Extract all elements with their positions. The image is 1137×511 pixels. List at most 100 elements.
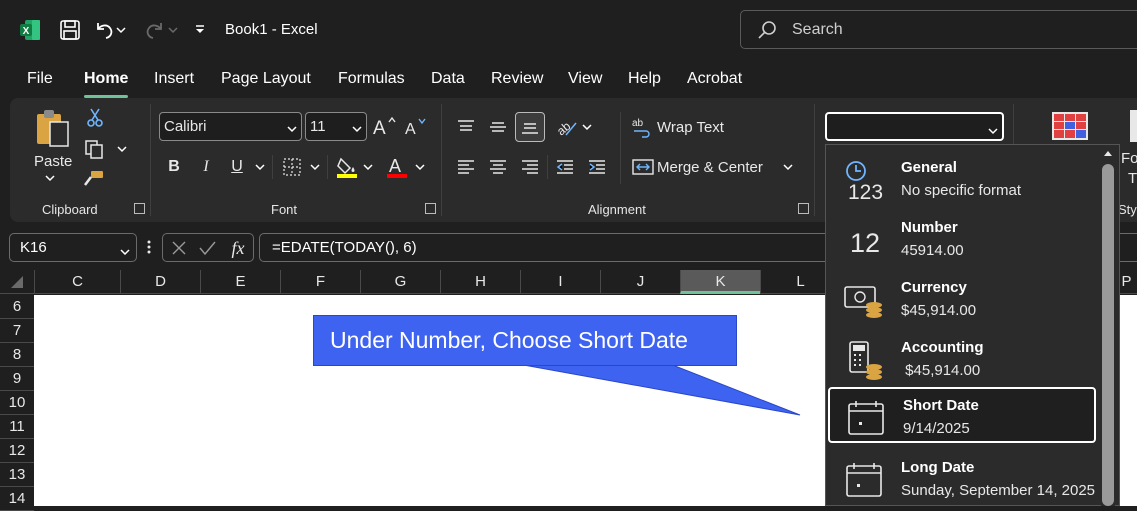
font-group-label: Font [271, 202, 298, 217]
column-header-g[interactable]: G [360, 270, 440, 294]
column-header-j[interactable]: J [600, 270, 680, 294]
format-option-currency[interactable]: Currency $45,914.00 [828, 271, 1096, 327]
tab-acrobat[interactable]: Acrobat [687, 70, 742, 94]
scroll-up-arrow-icon[interactable] [1101, 146, 1115, 160]
customize-qat-icon[interactable] [187, 14, 213, 46]
wrap-text-icon[interactable]: ab [632, 115, 654, 139]
select-all-corner[interactable] [0, 270, 34, 294]
decrease-indent-icon[interactable] [552, 154, 578, 180]
format-as-table-label[interactable]: Fo [1121, 150, 1137, 167]
format-option-short-date[interactable]: Short Date 9/14/2025 [828, 387, 1096, 443]
orientation-chevron-icon[interactable] [581, 120, 593, 134]
number-format-select[interactable] [825, 112, 1004, 141]
undo-dropdown-chevron-icon[interactable] [113, 14, 129, 46]
align-right-icon[interactable] [517, 154, 543, 180]
font-size-select[interactable]: 11 [305, 112, 367, 141]
merge-center-icon[interactable] [632, 155, 654, 179]
column-header-h[interactable]: H [440, 270, 520, 294]
row-header-12[interactable]: 12 [0, 439, 34, 463]
merge-center-label[interactable]: Merge & Center [657, 159, 763, 176]
increase-indent-icon[interactable] [584, 154, 610, 180]
tab-home[interactable]: Home [84, 70, 129, 98]
paste-label[interactable]: Paste [34, 153, 72, 170]
name-box[interactable]: K16 [9, 233, 137, 262]
format-as-table-label-line2[interactable]: T [1128, 170, 1137, 187]
clipboard-launcher-icon[interactable] [134, 203, 145, 214]
copy-chevron-icon[interactable] [116, 143, 128, 155]
row-header-13[interactable]: 13 [0, 463, 34, 487]
calendar-icon [844, 397, 888, 439]
format-option-long-date[interactable]: Long Date Sunday, September 14, 2025 [828, 451, 1096, 507]
conditional-formatting-icon[interactable] [1050, 110, 1090, 142]
copy-icon[interactable] [82, 138, 106, 160]
save-icon[interactable] [55, 14, 85, 46]
row-header-8[interactable]: 8 [0, 343, 34, 367]
paste-chevron-icon[interactable] [44, 172, 56, 184]
divider [620, 112, 621, 184]
row-header-14[interactable]: 14 [0, 487, 34, 511]
paste-icon[interactable] [32, 106, 74, 150]
font-name-select[interactable]: Calibri [159, 112, 302, 141]
increase-font-size-icon[interactable]: A [372, 113, 398, 139]
tab-review[interactable]: Review [491, 70, 543, 94]
search-placeholder: Search [792, 21, 843, 38]
alignment-launcher-icon[interactable] [798, 203, 809, 214]
row-header-11[interactable]: 11 [0, 415, 34, 439]
column-header-i[interactable]: I [520, 270, 600, 294]
wrap-text-label[interactable]: Wrap Text [657, 119, 724, 136]
column-header-f[interactable]: F [280, 270, 360, 294]
column-header-k[interactable]: K [680, 270, 760, 294]
fill-color-chevron-icon[interactable] [362, 160, 374, 174]
format-option-accounting[interactable]: Accounting $45,914.00 [828, 331, 1096, 387]
format-as-table-icon[interactable] [1130, 110, 1137, 142]
tab-file[interactable]: File [27, 70, 53, 94]
tab-view[interactable]: View [568, 70, 602, 94]
bold-button[interactable]: B [164, 155, 184, 179]
underline-button[interactable]: U [227, 155, 247, 179]
scrollbar-thumb[interactable] [1102, 164, 1114, 506]
tab-page-layout[interactable]: Page Layout [221, 70, 311, 94]
column-header-e[interactable]: E [200, 270, 280, 294]
font-color-chevron-icon[interactable] [414, 160, 426, 174]
borders-chevron-icon[interactable] [309, 160, 321, 174]
row-header-7[interactable]: 7 [0, 319, 34, 343]
tab-insert[interactable]: Insert [154, 70, 194, 94]
column-header-d[interactable]: D [120, 270, 200, 294]
currency-icon [842, 279, 886, 321]
top-align-icon[interactable] [453, 114, 479, 140]
row-header-10[interactable]: 10 [0, 391, 34, 415]
format-option-number[interactable]: 12 Number 45914.00 [828, 211, 1096, 267]
merge-center-chevron-icon[interactable] [782, 160, 794, 174]
tab-data[interactable]: Data [431, 70, 465, 94]
align-left-icon[interactable] [453, 154, 479, 180]
search-box[interactable]: Search [740, 10, 1137, 49]
cancel-icon[interactable] [169, 238, 189, 258]
middle-align-icon[interactable] [485, 114, 511, 140]
decrease-font-size-icon[interactable]: A [404, 113, 430, 139]
row-header-6[interactable]: 6 [0, 295, 34, 319]
insert-function-button[interactable]: fx [227, 236, 249, 260]
chevron-down-icon [120, 243, 130, 260]
enter-check-icon[interactable] [197, 238, 217, 258]
bottom-align-icon[interactable] [515, 112, 545, 142]
name-box-value: K16 [20, 239, 47, 256]
row-header-9[interactable]: 9 [0, 367, 34, 391]
tab-formulas[interactable]: Formulas [338, 70, 405, 94]
align-center-icon[interactable] [485, 154, 511, 180]
column-header-c[interactable]: C [34, 270, 120, 294]
borders-icon[interactable] [280, 155, 304, 179]
format-option-general[interactable]: 123 General No specific format [828, 151, 1096, 207]
redo-dropdown-chevron-icon[interactable] [165, 14, 181, 46]
more-options-icon[interactable] [143, 236, 155, 258]
italic-button[interactable]: I [196, 155, 216, 179]
underline-chevron-icon[interactable] [254, 160, 266, 174]
font-color-icon[interactable]: A [384, 154, 410, 180]
font-launcher-icon[interactable] [425, 203, 436, 214]
format-painter-icon[interactable] [82, 168, 106, 190]
fill-color-icon[interactable] [334, 154, 360, 180]
alignment-group-label: Alignment [588, 202, 646, 217]
tab-help[interactable]: Help [628, 70, 661, 94]
cut-icon[interactable] [84, 107, 106, 129]
number-glyph: 12 [850, 228, 880, 258]
orientation-icon[interactable]: ab [552, 113, 580, 139]
